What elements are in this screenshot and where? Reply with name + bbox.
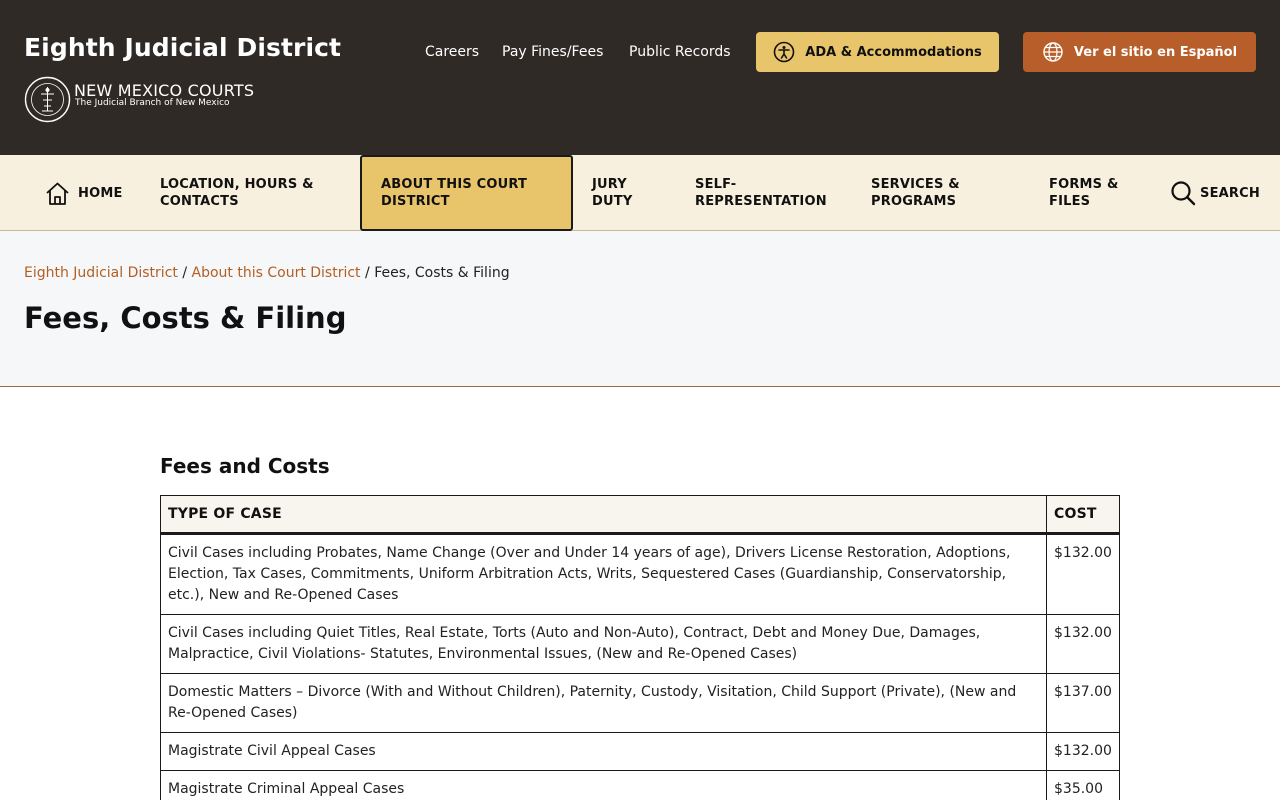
nav-services-line2: PROGRAMS xyxy=(871,194,957,209)
nav-forms-line2: FILES xyxy=(1049,194,1091,209)
nav-jury-duty[interactable]: JURY DUTY xyxy=(592,155,632,231)
page-title: Fees, Costs & Filing xyxy=(24,301,347,335)
table-row: Civil Cases including Probates, Name Cha… xyxy=(160,533,1120,615)
case-type-cell: Civil Cases including Probates, Name Cha… xyxy=(160,533,1047,615)
table-row: Civil Cases including Quiet Titles, Real… xyxy=(160,614,1120,674)
breadcrumb-separator: / xyxy=(365,265,375,281)
globe-icon xyxy=(1043,42,1063,62)
nav-forms-line1: FORMS & xyxy=(1049,177,1119,192)
nav-location-line1: LOCATION, HOURS & xyxy=(160,177,314,192)
ada-label: ADA & Accommodations xyxy=(805,44,982,60)
fees-table: TYPE OF CASE COST Civil Cases including … xyxy=(160,495,1120,800)
breadcrumb-home-link[interactable]: Eighth Judicial District xyxy=(24,265,178,281)
spanish-site-button[interactable]: Ver el sitio en Español xyxy=(1023,32,1256,72)
pay-fines-link[interactable]: Pay Fines/Fees xyxy=(502,44,603,60)
table-row: Magistrate Criminal Appeal Cases $35.00 xyxy=(160,770,1120,800)
column-header-cost: COST xyxy=(1046,495,1120,535)
cost-cell: $132.00 xyxy=(1046,732,1120,771)
nav-location-line2: CONTACTS xyxy=(160,194,239,209)
cost-cell: $35.00 xyxy=(1046,770,1120,800)
site-title[interactable]: Eighth Judicial District xyxy=(24,33,341,62)
nav-jury-line1: JURY xyxy=(592,177,627,192)
table-header-row: TYPE OF CASE COST xyxy=(160,495,1120,535)
cost-cell: $132.00 xyxy=(1046,533,1120,615)
section-title: Fees and Costs xyxy=(160,454,330,478)
nav-services-line1: SERVICES & xyxy=(871,177,960,192)
breadcrumb-separator: / xyxy=(182,265,192,281)
careers-link[interactable]: Careers xyxy=(425,44,479,60)
nav-about-line1: ABOUT THIS COURT xyxy=(381,177,528,192)
site-header: Eighth Judicial District NEW MEXICO COUR… xyxy=(0,0,1280,155)
nav-services-programs[interactable]: SERVICES & PROGRAMS xyxy=(871,155,960,231)
nav-forms-files[interactable]: FORMS & FILES xyxy=(1049,155,1119,231)
column-header-type: TYPE OF CASE xyxy=(160,495,1047,535)
nm-courts-logo[interactable]: NEW MEXICO COURTS The Judicial Branch of… xyxy=(24,76,284,123)
case-type-cell: Magistrate Civil Appeal Cases xyxy=(160,732,1047,771)
search-icon xyxy=(1171,181,1196,206)
nav-self-line2: REPRESENTATION xyxy=(695,194,827,209)
nav-search[interactable]: SEARCH xyxy=(1170,155,1260,231)
home-icon xyxy=(46,182,69,205)
nav-jury-line2: DUTY xyxy=(592,194,633,209)
nav-self-line1: SELF- xyxy=(695,177,737,192)
nav-search-label: SEARCH xyxy=(1200,185,1260,201)
nav-home[interactable]: HOME xyxy=(44,155,123,231)
case-type-cell: Domestic Matters – Divorce (With and Wit… xyxy=(160,673,1047,733)
cost-cell: $137.00 xyxy=(1046,673,1120,733)
case-type-cell: Magistrate Criminal Appeal Cases xyxy=(160,770,1047,800)
table-row: Magistrate Civil Appeal Cases $132.00 xyxy=(160,732,1120,771)
accessibility-icon xyxy=(773,41,795,63)
spanish-label: Ver el sitio en Español xyxy=(1073,44,1238,60)
page-header-band: Eighth Judicial District / About this Co… xyxy=(0,231,1280,387)
table-row: Domestic Matters – Divorce (With and Wit… xyxy=(160,673,1120,733)
ada-accommodations-button[interactable]: ADA & Accommodations xyxy=(756,32,999,72)
breadcrumb: Eighth Judicial District / About this Co… xyxy=(24,265,510,281)
cost-cell: $132.00 xyxy=(1046,614,1120,674)
case-type-cell: Civil Cases including Quiet Titles, Real… xyxy=(160,614,1047,674)
nav-location-hours-contacts[interactable]: LOCATION, HOURS & CONTACTS xyxy=(160,155,314,231)
logo-sub-text: The Judicial Branch of New Mexico xyxy=(75,98,230,108)
public-records-link[interactable]: Public Records xyxy=(629,44,731,60)
nav-about-court-district[interactable]: ABOUT THIS COURT DISTRICT xyxy=(381,155,527,231)
breadcrumb-current: Fees, Costs & Filing xyxy=(374,265,510,281)
court-seal-icon xyxy=(24,76,71,123)
nav-about-line2: DISTRICT xyxy=(381,194,450,209)
breadcrumb-about-link[interactable]: About this Court District xyxy=(192,265,361,281)
nav-home-label: HOME xyxy=(78,185,123,201)
nav-self-representation[interactable]: SELF- REPRESENTATION xyxy=(695,155,827,231)
